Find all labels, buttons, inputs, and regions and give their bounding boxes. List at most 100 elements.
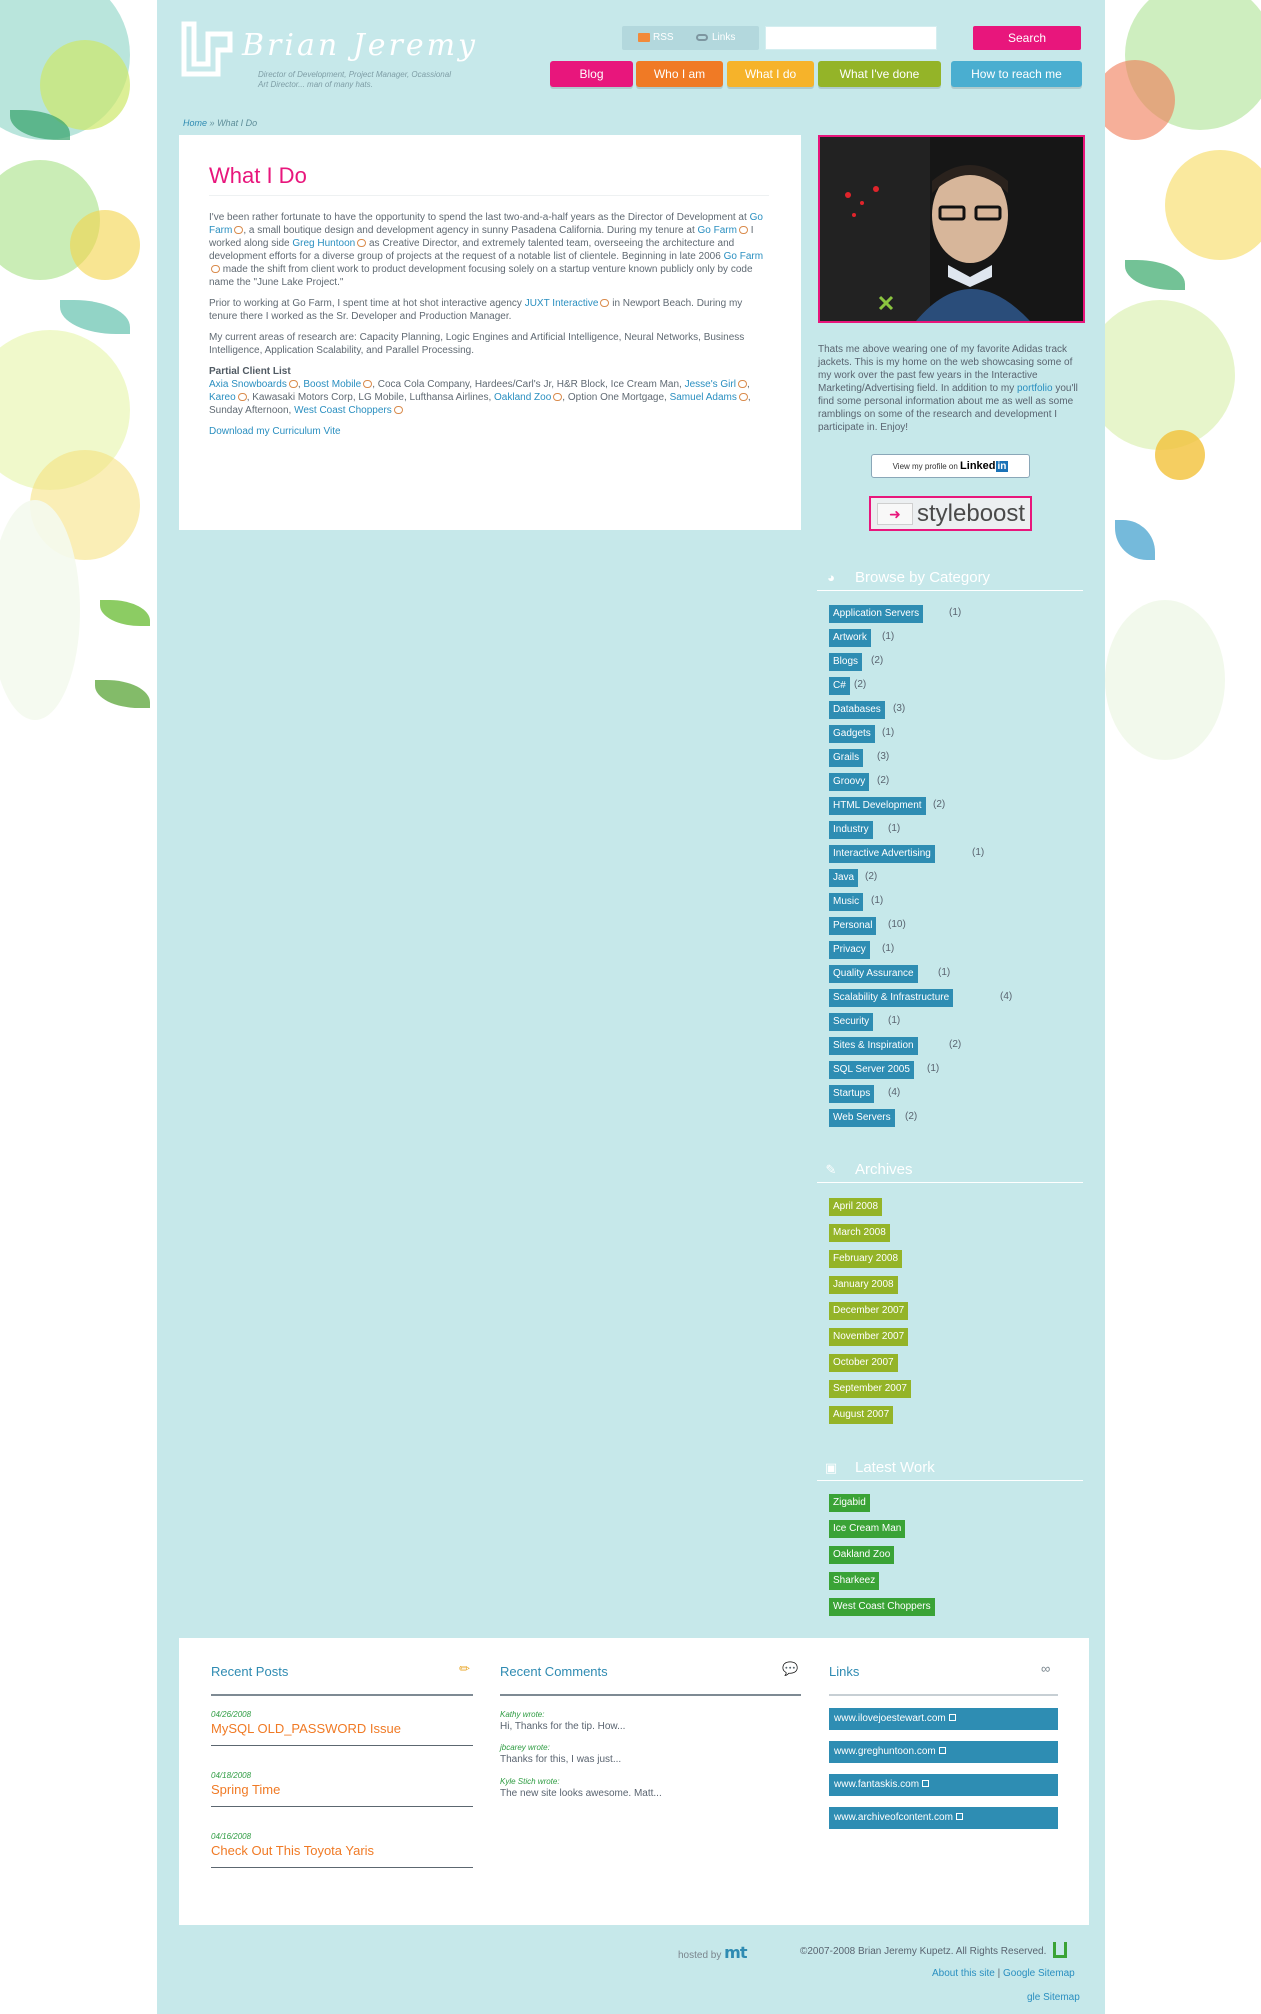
category-tag[interactable]: Privacy [829,941,870,959]
greg-huntoon-link[interactable]: Greg Huntoon [292,238,355,249]
page-title: What I Do [209,163,307,188]
category-tag[interactable]: Startups [829,1085,875,1103]
recent-posts-divider [211,1694,473,1696]
category-tag[interactable]: Groovy [829,773,870,791]
blogroll-link[interactable]: www.archiveofcontent.com [829,1807,1058,1829]
paragraph-go-farm: I've been rather fortunate to have the o… [209,212,764,288]
client-link[interactable]: West Coast Choppers [294,405,392,416]
category-tag[interactable]: Grails [829,749,864,767]
styleboost-badge[interactable]: ➜ styleboost [869,496,1032,531]
category-count: (1) [882,631,895,642]
archive-month-link[interactable]: March 2008 [829,1224,890,1242]
linkedin-profile-badge[interactable]: View my profile on Linked in [871,454,1030,478]
latest-work-link[interactable]: Oakland Zoo [829,1546,895,1564]
category-tag[interactable]: Blogs [829,653,863,671]
category-tag[interactable]: Application Servers [829,605,924,623]
categories-heading: ◕ Browse by Category [817,569,1083,591]
google-sitemap-link[interactable]: gle Sitemap [1027,1992,1080,2003]
latest-work-link[interactable]: Zigabid [829,1494,870,1512]
rss-link[interactable]: RSS [653,32,674,43]
category-tag[interactable]: Security [829,1013,874,1031]
recent-comments-heading: Recent Comments 💬 [500,1661,799,1679]
about-site-link[interactable]: About this site [932,1968,995,1979]
download-cv-link[interactable]: Download my Curriculum Vite [209,426,341,437]
footer-sitemap-fragment: gle Sitemap [1027,1992,1080,2003]
logo-name: Brian Jeremy [242,28,478,63]
archive-month-link[interactable]: January 2008 [829,1276,898,1294]
archive-month-link[interactable]: September 2007 [829,1380,911,1398]
latest-work-link[interactable]: Sharkeez [829,1572,880,1590]
post-title-link[interactable]: Check Out This Toyota Yaris [211,1843,374,1858]
category-count: (3) [893,703,906,714]
latest-work-link[interactable]: West Coast Choppers [829,1598,935,1616]
category-tag[interactable]: Interactive Advertising [829,845,935,863]
category-count: (10) [888,919,906,930]
client-link[interactable]: Jesse's Girl [685,379,736,390]
search-input[interactable] [765,26,937,50]
latest-work-link[interactable]: Ice Cream Man [829,1520,906,1538]
client-link[interactable]: Axia Snowboards [209,379,287,390]
post-title-link[interactable]: Spring Time [211,1782,280,1797]
breadcrumb-separator: » [209,118,215,128]
right-floral-artwork [1105,0,1261,2014]
category-tag[interactable]: Gadgets [829,725,875,743]
category-tag[interactable]: Scalability & Infrastructure [829,989,954,1007]
nav-what-i-do[interactable]: What I do [727,61,814,87]
nav-how-to-reach-me[interactable]: How to reach me [951,61,1082,87]
archive-month-link[interactable]: April 2008 [829,1198,883,1216]
client-link[interactable]: Samuel Adams [670,392,737,403]
category-tag[interactable]: SQL Server 2005 [829,1061,914,1079]
category-tag[interactable]: Sites & Inspiration [829,1037,918,1055]
category-tag[interactable]: HTML Development [829,797,926,815]
title-divider [209,195,769,196]
archive-month-link[interactable]: October 2007 [829,1354,898,1372]
breadcrumb-current: What I Do [217,118,258,128]
category-count: (2) [871,655,884,666]
content-body: I've been rather fortunate to have the o… [209,211,771,438]
category-count: (1) [882,943,895,954]
go-farm-link[interactable]: Go Farm [698,225,737,236]
category-count: (2) [949,1039,962,1050]
archive-month-link[interactable]: February 2008 [829,1250,903,1268]
portfolio-link[interactable]: portfolio [1017,383,1053,394]
blogroll-link[interactable]: www.greghuntoon.com [829,1741,1058,1763]
category-tag[interactable]: Databases [829,701,885,719]
page-container: Brian Jeremy Director of Development, Pr… [157,0,1105,2014]
mouse-icon: ✎ [825,1162,837,1177]
comment-excerpt-link[interactable]: The new site looks awesome. Matt... [500,1788,662,1799]
category-tag[interactable]: Java [829,869,859,887]
category-tag[interactable]: Quality Assurance [829,965,918,983]
comment-excerpt-link[interactable]: Hi, Thanks for the tip. How... [500,1721,625,1732]
comment-author: Kathy wrote: [500,1710,545,1719]
category-tag[interactable]: Industry [829,821,873,839]
comment-excerpt-link[interactable]: Thanks for this, I was just... [500,1754,621,1765]
google-sitemap-link[interactable]: Google Sitemap [1003,1968,1075,1979]
juxt-interactive-link[interactable]: JUXT Interactive [525,298,599,309]
blogroll-link[interactable]: www.ilovejoestewart.com [829,1708,1058,1730]
comment-bubble-icon [357,239,367,247]
nav-what-ive-done[interactable]: What I've done [818,61,941,87]
links-link[interactable]: Links [712,32,735,43]
category-tag[interactable]: Personal [829,917,877,935]
media-temple-logo[interactable]: mt [724,1943,747,1962]
search-button[interactable]: Search [973,26,1081,50]
comment-bubble-icon [363,380,373,388]
external-link-icon [938,1747,946,1754]
go-farm-link[interactable]: Go Farm [724,251,763,262]
archive-month-link[interactable]: November 2007 [829,1328,909,1346]
post-title-link[interactable]: MySQL OLD_PASSWORD Issue [211,1721,401,1736]
nav-who-i-am[interactable]: Who I am [636,61,723,87]
client-link[interactable]: Kareo [209,392,236,403]
archive-month-link[interactable]: December 2007 [829,1302,909,1320]
breadcrumb-home[interactable]: Home [183,118,207,128]
category-tag[interactable]: C# [829,677,850,695]
category-tag[interactable]: Music [829,893,864,911]
blogroll-link[interactable]: www.fantaskis.com [829,1774,1058,1796]
archive-month-link[interactable]: August 2007 [829,1406,894,1424]
category-count: (4) [888,1087,901,1098]
client-link[interactable]: Boost Mobile [303,379,361,390]
category-tag[interactable]: Artwork [829,629,871,647]
category-tag[interactable]: Web Servers [829,1109,895,1127]
client-link[interactable]: Oakland Zoo [494,392,551,403]
nav-blog[interactable]: Blog [550,61,633,87]
